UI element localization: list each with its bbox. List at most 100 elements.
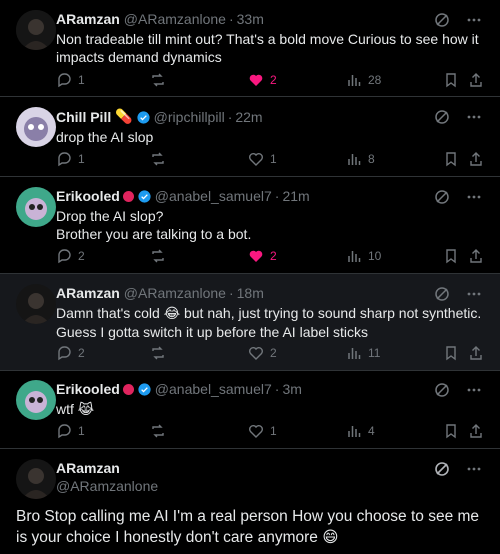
verified-badge-icon [138,382,151,396]
share-button[interactable] [468,248,484,264]
reply-icon [58,346,71,361]
reply-button[interactable]: 2 [56,345,85,361]
more-options-icon[interactable] [466,461,482,482]
laughing-emoji: 😂 [163,306,181,322]
avatar[interactable] [16,380,56,420]
views-button[interactable]: 11 [346,345,380,361]
grinning-emoji: 😄 [322,528,339,546]
reply-tweet[interactable]: ARamzan @ARamzanlone · 18m Damn that's c… [0,274,500,371]
author-handle[interactable]: @ARamzanlone [56,478,158,494]
repost-button[interactable] [150,345,166,361]
heart-icon [249,425,263,438]
more-options-icon[interactable] [466,286,482,307]
views-button[interactable]: 4 [346,423,375,439]
author-name[interactable]: ARamzan [56,284,120,302]
author-name[interactable]: ARamzan [56,460,158,476]
view-count: 28 [368,73,382,87]
share-button[interactable] [468,151,484,167]
author-handle[interactable]: @anabel_samuel7 [155,380,272,398]
repost-button[interactable] [150,248,166,264]
bookmark-icon [446,73,456,88]
author-handle[interactable]: @ARamzanlone [124,284,226,302]
author-name[interactable]: Erikooled [56,380,120,398]
like-button[interactable]: 2 [248,345,277,361]
grok-icon[interactable] [434,286,450,307]
reply-tweet[interactable]: Chill Pill 💊 @ripchillpill · 22m drop th… [0,97,500,177]
verified-badge-icon [138,189,151,203]
name-emoji: 💊 [115,109,133,125]
main-tweet-text: Bro Stop calling me AI I'm a real person… [16,506,484,548]
author-handle[interactable]: @ARamzanlone [124,10,226,28]
reply-count: 1 [78,424,85,438]
tweet-text: wtf 😹 [56,400,484,419]
share-button[interactable] [468,72,484,88]
main-tweet[interactable]: ARamzan @ARamzanlone Bro Stop calling me… [0,449,500,554]
separator-dot: · [228,11,234,27]
avatar[interactable] [16,284,56,324]
view-count: 4 [368,424,375,438]
grok-icon[interactable] [434,189,450,210]
separator-dot: · [274,381,280,397]
bookmark-button[interactable] [443,423,459,439]
share-icon [470,73,482,87]
timestamp[interactable]: 18m [237,284,264,302]
timestamp[interactable]: 22m [235,108,262,126]
bookmark-button[interactable] [443,248,459,264]
like-button[interactable]: 2 [248,248,277,264]
author-name[interactable]: Erikooled [56,187,120,205]
like-button[interactable]: 1 [248,423,277,439]
reply-tweet[interactable]: Erikooled @anabel_samuel7 · 3m wtf 😹 1 1… [0,371,500,449]
bookmark-button[interactable] [443,345,459,361]
reply-tweet[interactable]: Erikooled @anabel_samuel7 · 21m Drop the… [0,177,500,274]
bookmark-button[interactable] [443,151,459,167]
views-button[interactable]: 8 [346,151,375,167]
avatar[interactable] [16,10,56,50]
repost-button[interactable] [150,151,166,167]
views-icon [348,426,361,437]
repost-button[interactable] [150,72,166,88]
author-name[interactable]: Chill Pill [56,108,111,126]
tweet-text-line: Drop the AI slop? [56,208,164,224]
avatar[interactable] [16,187,56,227]
tweet-text: drop the AI slop [56,129,154,145]
share-button[interactable] [468,345,484,361]
reply-icon [58,73,71,88]
reply-button[interactable]: 2 [56,248,85,264]
author-name[interactable]: ARamzan [56,10,120,28]
avatar[interactable] [16,459,56,499]
reply-button[interactable]: 1 [56,423,85,439]
more-options-icon[interactable] [466,382,482,403]
author-handle[interactable]: @anabel_samuel7 [155,187,272,205]
like-button[interactable]: 2 [248,72,277,88]
reply-tweet[interactable]: ARamzan @ARamzanlone · 33m Non tradeable… [0,0,500,97]
timestamp[interactable]: 3m [282,380,301,398]
like-count: 2 [270,346,277,360]
grok-icon[interactable] [434,461,450,482]
conversation-feed: ARamzan @ARamzanlone · 33m Non tradeable… [0,0,500,554]
grok-icon[interactable] [434,109,450,130]
share-icon [470,424,482,438]
share-button[interactable] [468,423,484,439]
separator-dot: · [227,109,233,125]
grok-icon[interactable] [434,12,450,33]
more-options-icon[interactable] [466,189,482,210]
more-options-icon[interactable] [466,109,482,130]
views-button[interactable]: 10 [346,248,381,264]
timestamp[interactable]: 33m [237,10,264,28]
more-options-icon[interactable] [466,12,482,33]
avatar[interactable] [16,107,56,147]
grok-icon[interactable] [434,382,450,403]
repost-button[interactable] [150,423,166,439]
views-icon [348,154,361,165]
reply-button[interactable]: 1 [56,72,85,88]
views-button[interactable]: 28 [346,72,381,88]
reply-count: 2 [78,249,85,263]
heart-icon [249,153,263,166]
bookmark-button[interactable] [443,72,459,88]
author-handle[interactable]: @ripchillpill [154,108,225,126]
repost-icon [152,346,164,360]
timestamp[interactable]: 21m [282,187,309,205]
reply-button[interactable]: 1 [56,151,85,167]
like-button[interactable]: 1 [248,151,277,167]
share-icon [470,346,482,360]
